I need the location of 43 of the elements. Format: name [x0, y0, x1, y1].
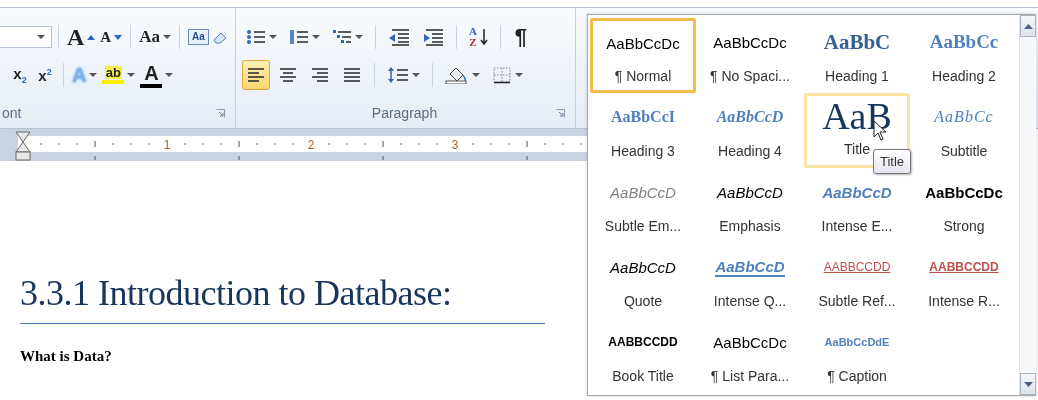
align-right-icon — [310, 66, 330, 84]
font-size-field[interactable] — [0, 26, 52, 48]
up-arrow-icon — [1023, 23, 1033, 29]
align-left-icon — [246, 66, 266, 84]
border-grid-icon — [492, 66, 512, 84]
dialog-launcher-icon[interactable] — [216, 108, 225, 118]
multilevel-list-icon — [332, 28, 352, 46]
decrease-indent-icon — [388, 28, 410, 46]
ruler-number: 2 — [307, 138, 315, 152]
show-marks-button[interactable]: ¶ — [508, 22, 533, 52]
caret-icon — [37, 35, 45, 39]
align-left-button[interactable] — [242, 60, 270, 90]
justify-icon — [342, 66, 362, 84]
ruler-number: 1 — [163, 138, 171, 152]
increase-indent-icon — [422, 28, 444, 46]
down-arrow-icon — [1023, 381, 1033, 387]
font-color-button[interactable]: A — [138, 60, 176, 90]
scroll-up-button[interactable] — [1020, 15, 1036, 37]
document-heading: 3.3.1 Introduction to Database: — [20, 271, 545, 324]
group-label: ont — [2, 105, 22, 121]
group-label: Paragraph — [371, 105, 438, 121]
change-case-button[interactable]: Aa — [137, 22, 173, 52]
bullet-list-icon — [246, 28, 266, 46]
superscript-button[interactable]: x$^{2}$ — [33, 60, 57, 90]
down-caret-icon — [114, 34, 123, 40]
tooltip: Title — [873, 149, 912, 174]
scroll-down-button[interactable] — [1020, 373, 1036, 395]
eraser-icon — [211, 30, 228, 44]
clear-formatting-button[interactable]: Aa — [185, 22, 230, 52]
align-center-icon — [278, 66, 298, 84]
sort-button[interactable]: A Z — [465, 22, 492, 52]
dialog-launcher-icon[interactable] — [556, 108, 565, 118]
highlight-button[interactable]: ab — [100, 60, 138, 90]
shrink-font-button[interactable]: A — [98, 22, 125, 52]
subscript-button[interactable]: x$_{2}$ — [8, 60, 32, 90]
down-arrow-icon — [479, 28, 488, 46]
ruler-number: 3 — [451, 138, 459, 152]
document-subheading: What is Data? — [20, 348, 112, 365]
grow-font-button[interactable]: A — [65, 22, 98, 52]
indent-marker-icon[interactable] — [15, 131, 31, 161]
up-caret-icon — [87, 34, 96, 40]
style-item[interactable]: AaBbCcDc ¶ Normal — [590, 18, 696, 93]
line-spacing-icon — [387, 66, 409, 84]
